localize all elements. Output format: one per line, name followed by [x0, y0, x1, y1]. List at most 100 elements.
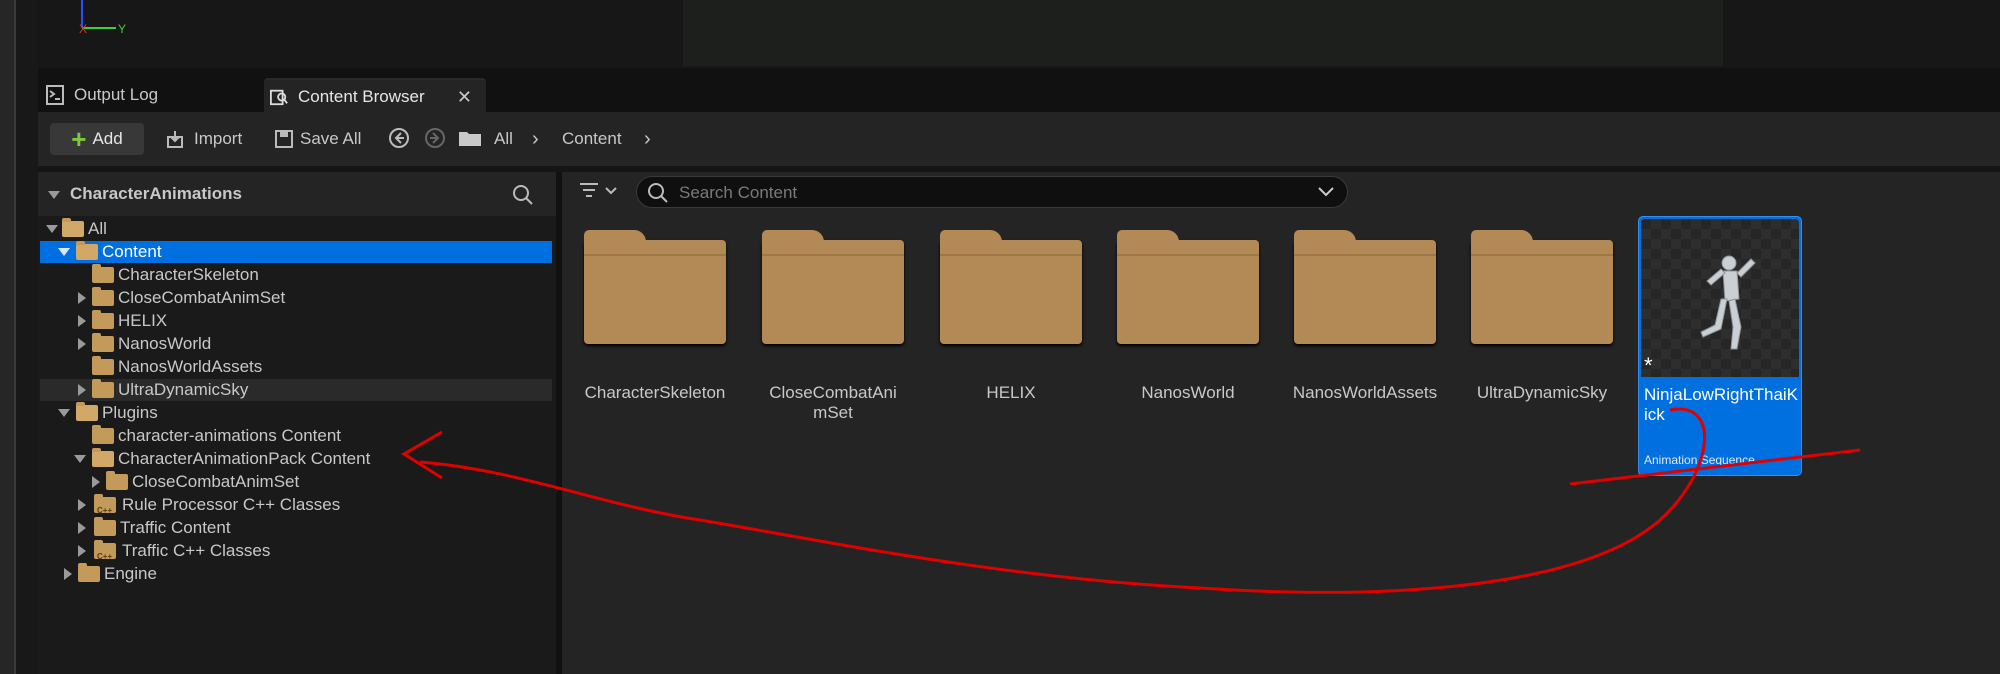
tree-item-label: CharacterAnimationPack Content	[118, 449, 371, 468]
tree-item-closecombatanimset[interactable]: CloseCombatAnimSet	[40, 287, 552, 309]
tree-item-label: UltraDynamicSky	[118, 380, 249, 399]
window-edge	[0, 0, 16, 674]
import-button[interactable]: Import	[166, 123, 242, 155]
asset-name: NinjaLowRightThaiKick	[1644, 385, 1799, 424]
character-pose-icon: *	[1644, 255, 1756, 378]
folder-tile-nanosworld[interactable]: NanosWorld	[1113, 218, 1263, 438]
search-bar	[636, 176, 1348, 208]
folder-icon	[92, 264, 114, 283]
folder-tile-label: UltraDynamicSky	[1476, 383, 1608, 402]
folder-icon	[1471, 230, 1613, 344]
tree-item-label: character-animations Content	[118, 426, 342, 445]
chevron-down-icon[interactable]	[1317, 185, 1335, 199]
tree-item-all[interactable]: All	[40, 218, 552, 240]
asterisk-icon: *	[1644, 353, 1653, 377]
filter-icon[interactable]	[578, 180, 624, 202]
tree-item-characteranimationpack-content[interactable]: CharacterAnimationPack Content	[40, 448, 552, 470]
output-log-icon	[46, 85, 64, 105]
tree-item-characterskeleton[interactable]: CharacterSkeleton	[40, 264, 552, 286]
save-all-button[interactable]: Save All	[274, 123, 361, 155]
asset-thumbnail: *	[1641, 219, 1799, 378]
axis-gizmo: X Y	[79, 0, 126, 36]
tree-item-closecombatanimset-plugin[interactable]: CloseCombatAnimSet	[40, 471, 552, 493]
folder-icon	[92, 379, 114, 398]
expand-arrow-icon[interactable]	[64, 568, 72, 580]
folder-icon	[106, 471, 128, 490]
asset-tile-animation[interactable]: * NinjaLowRightThaiKick Animation Sequen…	[1638, 216, 1802, 476]
tree-item-traffic-content[interactable]: Traffic Content	[40, 517, 552, 539]
tree-item-label: Engine	[104, 564, 157, 583]
expand-arrow-icon[interactable]	[46, 225, 58, 233]
breadcrumb-content[interactable]: Content	[562, 123, 622, 155]
add-button-label: Add	[92, 129, 123, 148]
tree-item-helix[interactable]: HELIX	[40, 310, 552, 332]
tree-item-nanosworld[interactable]: NanosWorld	[40, 333, 552, 355]
folder-icon[interactable]	[458, 129, 482, 147]
tree-item-label: CharacterSkeleton	[118, 265, 259, 284]
tree-item-traffic-classes[interactable]: C++ Traffic C++ Classes	[40, 540, 552, 562]
tree-item-label: NanosWorldAssets	[118, 357, 263, 376]
close-icon[interactable]: ✕	[457, 87, 472, 108]
tree-item-label: All	[88, 219, 107, 238]
add-button[interactable]: + Add	[50, 123, 144, 155]
folder-icon	[1117, 230, 1259, 344]
folder-tile-helix[interactable]: HELIX	[936, 218, 1086, 438]
folder-icon	[92, 425, 114, 444]
tab-content-browser[interactable]: Content Browser ✕	[264, 78, 486, 114]
tree-item-label: Traffic C++ Classes	[122, 541, 271, 560]
folder-tile-characterskeleton[interactable]: CharacterSkeleton	[580, 218, 730, 438]
tab-output-log[interactable]: Output Log	[40, 78, 255, 112]
save-all-button-label: Save All	[300, 129, 362, 148]
tree-item-label: Content	[102, 242, 162, 261]
tree-item-label: CloseCombatAnimSet	[118, 288, 286, 307]
folder-icon	[92, 333, 114, 352]
forward-arrow-icon[interactable]	[424, 127, 446, 149]
tree-item-ultradynamicsky[interactable]: UltraDynamicSky	[40, 379, 552, 401]
expand-arrow-icon[interactable]	[74, 455, 86, 463]
expand-arrow-icon[interactable]	[78, 292, 86, 304]
folder-icon	[78, 563, 100, 582]
tree-item-engine[interactable]: Engine	[40, 563, 552, 585]
expand-arrow-icon[interactable]	[78, 499, 86, 511]
expand-arrow-icon[interactable]	[78, 384, 86, 396]
expand-arrow-icon[interactable]	[58, 409, 70, 417]
tree-item-character-animations-content[interactable]: character-animations Content	[40, 425, 552, 447]
tree-item-content[interactable]: Content	[40, 241, 552, 263]
folder-tile-label: CharacterSkeleton	[584, 383, 726, 402]
cpp-folder-icon: C++	[94, 540, 116, 561]
asset-type: Animation Sequence	[1644, 453, 1755, 467]
tree-item-rule-processor-classes[interactable]: C++ Rule Processor C++ Classes	[40, 494, 552, 516]
folder-tile-nanosworldassets[interactable]: NanosWorldAssets	[1290, 218, 1440, 438]
folder-icon	[92, 287, 114, 306]
import-icon	[167, 131, 183, 148]
collapse-arrow-icon[interactable]	[48, 191, 60, 199]
expand-arrow-icon[interactable]	[78, 338, 86, 350]
tab-output-log-label: Output Log	[74, 85, 159, 104]
import-button-label: Import	[194, 129, 243, 148]
folder-icon	[940, 230, 1082, 344]
expand-arrow-icon[interactable]	[78, 315, 86, 327]
back-arrow-icon[interactable]	[388, 127, 410, 149]
expand-arrow-icon[interactable]	[58, 248, 70, 256]
search-icon[interactable]	[512, 184, 534, 206]
folder-tile-label: HELIX	[986, 383, 1036, 402]
window-edge-inner	[16, 0, 38, 674]
expand-arrow-icon[interactable]	[92, 476, 100, 488]
plus-icon: +	[71, 124, 87, 154]
tree-item-label: CloseCombatAnimSet	[132, 472, 300, 491]
folder-icon	[762, 230, 904, 344]
viewport-scene	[683, 0, 1723, 66]
save-icon	[275, 130, 293, 148]
folder-tile-ultradynamicsky[interactable]: UltraDynamicSky	[1467, 218, 1617, 438]
tree-item-nanosworldassets[interactable]: NanosWorldAssets	[40, 356, 552, 378]
breadcrumb-all[interactable]: All	[494, 123, 513, 155]
chevron-right-icon[interactable]: ›	[644, 123, 651, 155]
tree-item-label: Plugins	[102, 403, 158, 422]
expand-arrow-icon[interactable]	[78, 522, 86, 534]
folder-tile-closecombatanimset[interactable]: CloseCombatAnimSet	[758, 218, 908, 438]
content-browser-icon	[270, 89, 288, 106]
folder-icon	[1294, 230, 1436, 344]
tree-item-plugins[interactable]: Plugins	[40, 402, 552, 424]
expand-arrow-icon[interactable]	[78, 545, 86, 557]
search-input[interactable]	[677, 181, 1301, 205]
